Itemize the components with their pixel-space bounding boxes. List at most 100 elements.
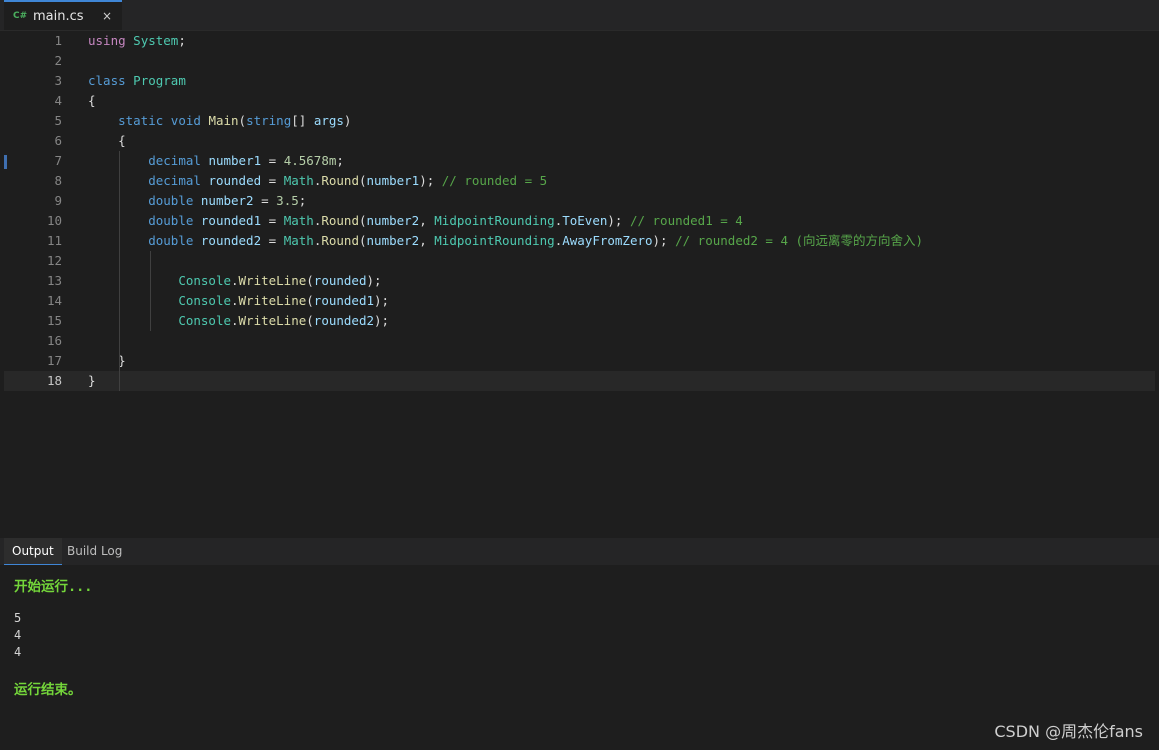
tab-output[interactable]: Output xyxy=(4,538,62,565)
code-token: rounded2 xyxy=(200,233,262,248)
line-number: 11 xyxy=(46,233,62,248)
code-token: ( xyxy=(306,313,314,328)
output-result-line: 4 xyxy=(14,645,22,659)
code-line[interactable]: 16 xyxy=(4,331,1155,351)
code-line[interactable]: 8 decimal rounded = Math.Round(number1);… xyxy=(4,171,1155,191)
line-number: 14 xyxy=(46,293,62,308)
code-text: } xyxy=(88,371,96,391)
code-token: ( xyxy=(358,173,367,188)
code-token: ; xyxy=(298,193,307,208)
code-token: ; xyxy=(336,153,344,168)
code-line[interactable]: 17 } xyxy=(4,351,1155,371)
code-token: ( xyxy=(238,113,247,128)
code-line[interactable]: 1 using System; xyxy=(4,31,1155,51)
code-token: . xyxy=(231,273,239,288)
code-line[interactable]: 4{ xyxy=(4,91,1155,111)
line-number: 12 xyxy=(46,253,62,268)
code-line[interactable]: 3 class Program xyxy=(4,71,1155,91)
code-line[interactable]: 11 double rounded2 = Math.Round(number2,… xyxy=(4,231,1155,251)
code-token: double xyxy=(148,233,194,248)
code-token: Round xyxy=(321,233,359,248)
code-token: rounded2 xyxy=(313,313,375,328)
output-start-message: 开始运行... xyxy=(14,579,93,595)
code-token: // rounded = 5 xyxy=(441,173,548,188)
code-token: . xyxy=(231,293,239,308)
code-token: ( xyxy=(306,273,314,288)
code-text: double number2 = 3.5; xyxy=(88,191,306,211)
code-token: string xyxy=(246,113,292,128)
code-token: ); xyxy=(652,233,676,248)
code-token: rounded xyxy=(208,173,262,188)
code-text: Console.WriteLine(rounded1); xyxy=(88,291,389,311)
code-line[interactable]: 13 Console.WriteLine(rounded); xyxy=(4,271,1155,291)
output-result-line: 4 xyxy=(14,628,22,642)
code-line[interactable]: 2 xyxy=(4,51,1155,71)
code-text: double rounded1 = Math.Round(number2, Mi… xyxy=(88,211,743,231)
code-line[interactable]: 7 decimal number1 = 4.5678m; xyxy=(4,151,1155,171)
code-token: , xyxy=(419,213,435,228)
code-text: { xyxy=(88,131,126,151)
code-token: , xyxy=(419,233,435,248)
line-number: 3 xyxy=(54,73,62,88)
code-token: ; xyxy=(178,33,186,48)
code-token: ( xyxy=(358,233,367,248)
code-token: ); xyxy=(374,313,390,328)
line-number: 16 xyxy=(46,333,62,348)
code-token: Round xyxy=(321,213,359,228)
code-token: void xyxy=(170,113,201,128)
code-token: rounded1 xyxy=(313,293,375,308)
code-token: ); xyxy=(607,213,630,228)
code-token: ( xyxy=(306,293,314,308)
code-line[interactable]: 10 double rounded1 = Math.Round(number2,… xyxy=(4,211,1155,231)
tab-main-cs[interactable]: C# main.cs × xyxy=(4,0,122,30)
code-token: double xyxy=(148,193,194,208)
code-token: number1 xyxy=(366,173,420,188)
code-text: Console.WriteLine(rounded); xyxy=(88,271,382,291)
code-token: // rounded1 = 4 xyxy=(629,213,743,228)
code-text: decimal number1 = 4.5678m; xyxy=(88,151,344,171)
code-line[interactable]: 18} xyxy=(4,371,1155,391)
code-editor[interactable]: 1 using System; 2 3 class Program 4{5 static … xyxy=(4,31,1159,536)
code-token: ); xyxy=(366,273,382,288)
code-token: Console xyxy=(178,273,231,288)
indent-guide xyxy=(119,151,120,391)
code-token: Console xyxy=(178,293,231,308)
code-token: ); xyxy=(419,173,442,188)
close-icon[interactable]: × xyxy=(102,9,112,23)
code-line[interactable]: 5 static void Main(string[] args) xyxy=(4,111,1155,131)
indent-guide xyxy=(150,251,151,331)
code-text: using System; xyxy=(88,31,186,51)
code-text: Console.WriteLine(rounded2); xyxy=(88,311,389,331)
code-text: static void Main(string[] args) xyxy=(88,111,351,131)
code-line[interactable]: 12 xyxy=(4,251,1155,271)
code-token: class xyxy=(88,73,126,88)
code-token: [] xyxy=(291,113,314,128)
code-token: Round xyxy=(321,173,359,188)
code-token: = xyxy=(261,213,284,228)
code-line[interactable]: 6 { xyxy=(4,131,1155,151)
line-number: 6 xyxy=(54,133,62,148)
code-token: = xyxy=(253,193,277,208)
line-number: 4 xyxy=(54,93,62,108)
code-token: number2 xyxy=(200,193,254,208)
code-token: number1 xyxy=(208,153,262,168)
output-panel: 开始运行... 5 4 4 运行结束。 CSDN @周杰伦fans xyxy=(0,565,1159,750)
code-token: = xyxy=(261,153,284,168)
code-token: number2 xyxy=(366,233,420,248)
code-token: static xyxy=(118,113,164,128)
code-line[interactable]: 9 double number2 = 3.5; xyxy=(4,191,1155,211)
code-line[interactable]: 15 Console.WriteLine(rounded2); xyxy=(4,311,1155,331)
tab-build-log[interactable]: Build Log xyxy=(59,538,130,565)
code-token: 4.5678m xyxy=(283,153,337,168)
line-number: 15 xyxy=(46,313,62,328)
code-token: AwayFromZero xyxy=(562,233,653,248)
code-token: ToEven xyxy=(562,213,608,228)
tab-filename: main.cs xyxy=(33,8,84,24)
code-line[interactable]: 14 Console.WriteLine(rounded1); xyxy=(4,291,1155,311)
